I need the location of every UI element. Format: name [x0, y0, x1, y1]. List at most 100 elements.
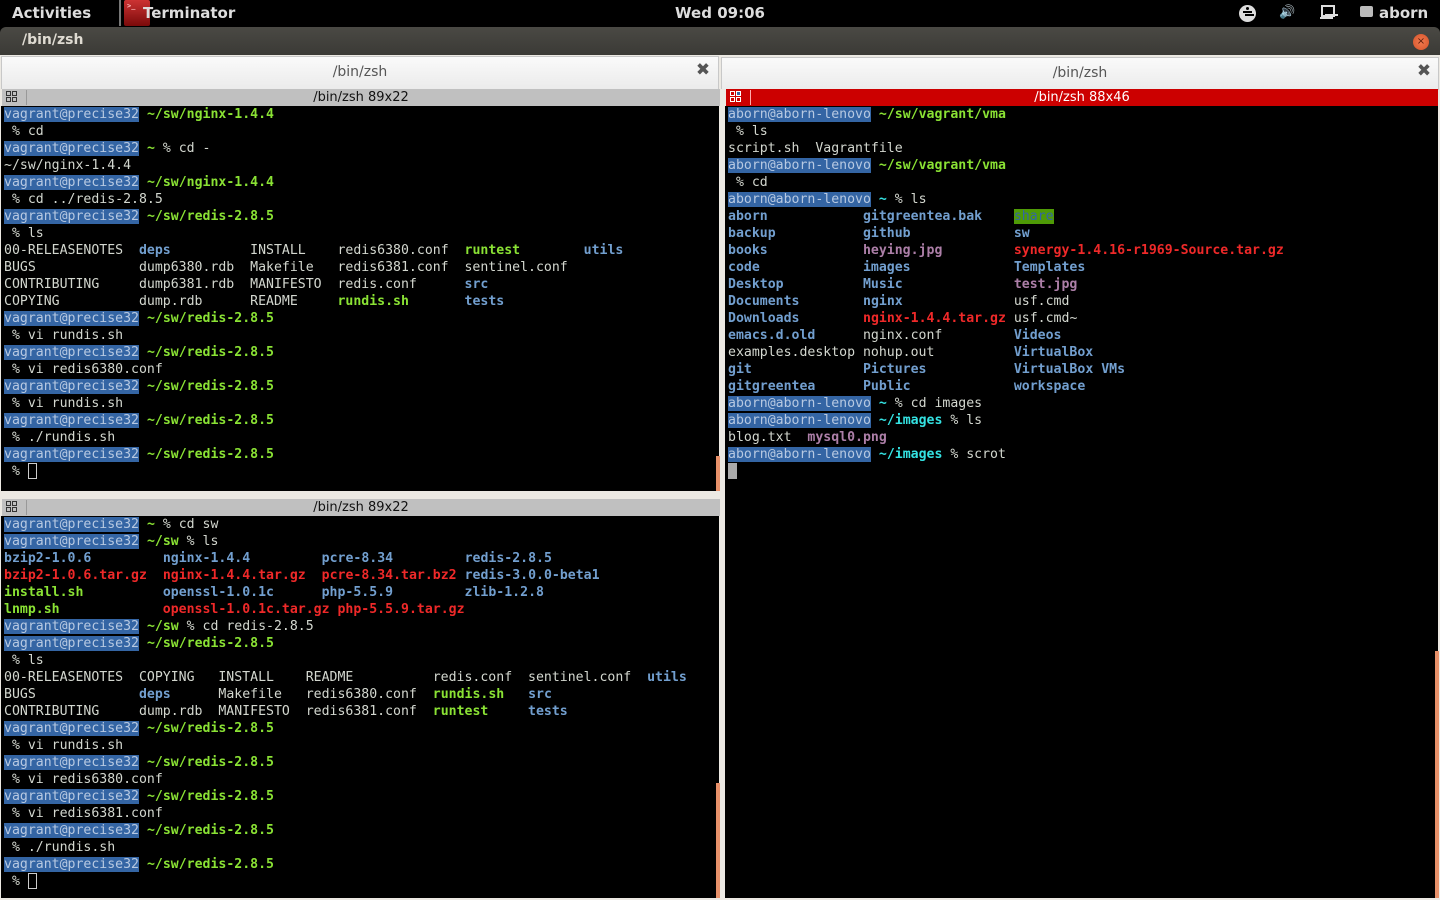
image-entry: heying.jpg [862, 243, 943, 258]
terminal-line: % cd [725, 174, 1438, 191]
app-menu[interactable]: Terminator [143, 4, 235, 22]
directory-entry: openssl-1.0.1c [162, 585, 274, 600]
tab-close-button[interactable]: ✖ [694, 61, 712, 79]
terminal-top-left[interactable]: vagrant@precise32 ~/sw/nginx-1.4.4 % cd v… [1, 106, 719, 491]
directory-entry: tests [464, 294, 505, 309]
archive-entry: php-5.5.9.tar.gz [337, 602, 465, 617]
terminal-line: % [1, 873, 719, 890]
terminal-header-right[interactable]: /bin/zsh 88x46 [726, 89, 1438, 106]
terminal-line: install.sh openssl-1.0.1c php-5.5.9 zlib… [1, 584, 719, 601]
terminal-text: % cd images [886, 396, 983, 411]
terminal-line: examples.desktop nohup.out VirtualBox [725, 344, 1438, 361]
accessibility-icon[interactable] [1239, 5, 1256, 22]
terminal-line: backup github sw [725, 225, 1438, 242]
tab-right[interactable]: /bin/zsh ✖ [721, 57, 1439, 90]
terminal-bottom-left[interactable]: vagrant@precise32 ~ % cd sw vagrant@preci… [1, 516, 719, 898]
archive-entry: bzip2-1.0.6.tar.gz [4, 568, 147, 583]
directory-entry: src [464, 277, 489, 292]
tab-left[interactable]: /bin/zsh ✖ [1, 56, 719, 89]
directory-entry: Templates [1013, 260, 1086, 275]
directory-entry: github [862, 226, 911, 241]
terminal-line: % vi redis6380.conf [1, 771, 719, 788]
terminal-text: % vi redis6380.conf [4, 772, 163, 787]
terminal-text: % cd [4, 124, 44, 139]
clock[interactable]: Wed 09:06 [675, 4, 765, 22]
horizontal-splitter[interactable] [0, 491, 720, 499]
terminal-text: COPYING dump.rdb README [4, 294, 338, 309]
user-host: vagrant@precise32 [4, 379, 139, 394]
user-menu[interactable]: aborn [1379, 4, 1428, 22]
terminal-line: % vi redis6381.conf [1, 805, 719, 822]
terminal-line: vagrant@precise32 ~/sw/redis-2.8.5 [1, 856, 719, 873]
terminal-line: % vi redis6380.conf [1, 361, 719, 378]
user-host: vagrant@precise32 [4, 517, 139, 532]
directory-entry: gitgreentea.bak [862, 209, 983, 224]
prompt-path: ~/sw/redis-2.8.5 [146, 755, 274, 770]
terminal-line: % ls [1, 652, 719, 669]
terminal-line: aborn@aborn-lenovo ~ % cd images [725, 395, 1438, 412]
prompt-path: ~/images [878, 413, 943, 428]
terminal-text: % cd sw [154, 517, 219, 532]
user-host: vagrant@precise32 [4, 534, 139, 549]
terminal-cursor [27, 873, 37, 889]
user-host: vagrant@precise32 [4, 721, 139, 736]
terminal-text: % cd [728, 175, 768, 190]
volume-icon[interactable]: 🔊 [1279, 5, 1295, 20]
activities-button[interactable]: Activities [12, 4, 91, 22]
scrollbar-right[interactable] [1435, 651, 1439, 898]
network-icon[interactable] [1320, 4, 1335, 21]
terminal-header-bottom-left[interactable]: /bin/zsh 89x22 [2, 499, 720, 516]
terminal-line: script.sh Vagrantfile [725, 140, 1438, 157]
directory-entry: nginx-1.4.4 [162, 551, 251, 566]
terminal-text: % vi redis6381.conf [4, 806, 163, 821]
window-titlebar[interactable]: /bin/zsh [0, 27, 1440, 55]
terminal-line: vagrant@precise32 ~/sw/redis-2.8.5 [1, 754, 719, 771]
window-title: /bin/zsh [22, 32, 84, 48]
directory-entry: code [728, 260, 760, 275]
prompt-path: ~ [146, 141, 155, 156]
terminal-line: aborn@aborn-lenovo ~/sw/vagrant/vma [725, 157, 1438, 174]
terminal-line: COPYING dump.rdb README rundis.sh tests [1, 293, 719, 310]
terminal-line: % vi rundis.sh [1, 737, 719, 754]
terminal-text: nginx.conf [815, 328, 1014, 343]
directory-entry: php-5.5.9 [321, 585, 394, 600]
window-close-button[interactable]: × [1413, 34, 1429, 50]
terminal-cursor [27, 463, 37, 479]
panel-separator [119, 0, 121, 26]
terminal-header-top-left[interactable]: /bin/zsh 89x22 [2, 89, 720, 106]
prompt-path: ~/sw/nginx-1.4.4 [146, 107, 274, 122]
directory-entry: git [728, 362, 752, 377]
user-host: vagrant@precise32 [4, 857, 139, 872]
terminal-text: % ./rundis.sh [4, 430, 116, 445]
terminal-right[interactable]: aborn@aborn-lenovo ~/sw/vagrant/vma % ls… [725, 106, 1438, 898]
chat-icon[interactable] [1360, 6, 1373, 17]
prompt-path: ~/sw/vagrant/vma [878, 158, 1006, 173]
archive-entry: openssl-1.0.1c.tar.gz [162, 602, 330, 617]
terminal-text: % ./rundis.sh [4, 840, 116, 855]
terminal-line: vagrant@precise32 ~/sw/nginx-1.4.4 [1, 106, 719, 123]
terminal-line [725, 463, 1438, 480]
directory-entry: utils [647, 670, 687, 685]
terminal-text: % vi rundis.sh [4, 738, 124, 753]
terminal-text: BUGS dump6380.rdb Makefile redis6381.con… [4, 260, 568, 275]
user-host: vagrant@precise32 [4, 755, 139, 770]
tab-close-button[interactable]: ✖ [1415, 62, 1433, 80]
prompt-path: ~/sw/redis-2.8.5 [146, 447, 274, 462]
terminal-line: vagrant@precise32 ~ % cd sw [1, 516, 719, 533]
